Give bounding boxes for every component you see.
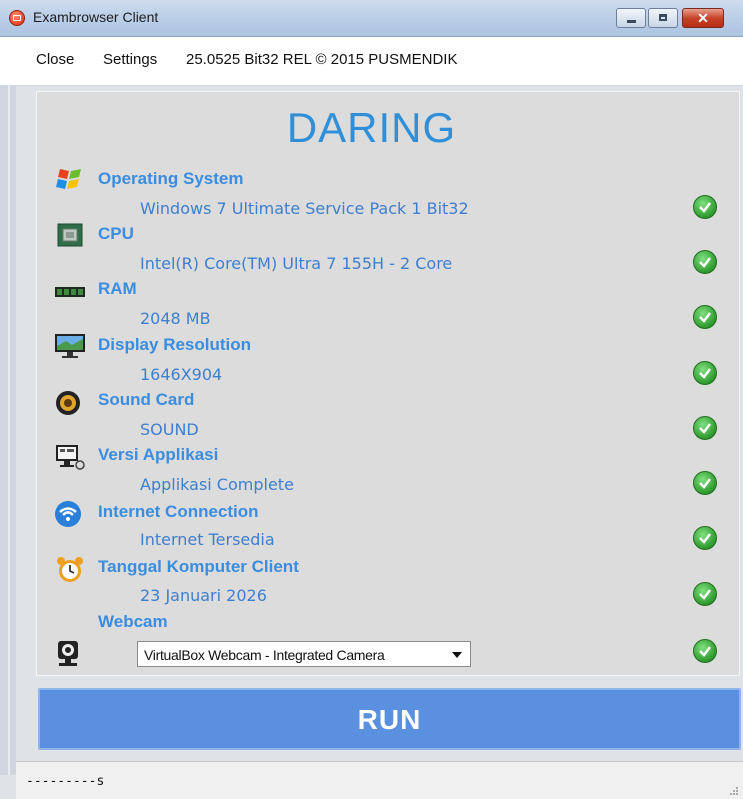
- speaker-icon: [56, 391, 80, 415]
- ram-module-icon: [55, 287, 85, 297]
- cpu-chip-icon: [57, 223, 83, 247]
- menu-settings[interactable]: Settings: [103, 51, 157, 68]
- date-value: 23 Januari 2026: [140, 586, 267, 605]
- app-version-value: Applikasi Complete: [140, 475, 294, 494]
- app-icon: [9, 10, 25, 26]
- status-text: ---------s: [26, 774, 105, 789]
- webcam-label: Webcam: [98, 612, 168, 631]
- cpu-value: Intel(R) Core(TM) Ultra 7 155H - 2 Core: [140, 254, 453, 273]
- ram-label: RAM: [98, 279, 137, 298]
- resize-grip-icon[interactable]: [729, 786, 739, 796]
- check-icon: [693, 471, 717, 495]
- os-label: Operating System: [98, 169, 244, 188]
- webcam-dropdown[interactable]: VirtualBox Webcam - Integrated Camera: [137, 641, 471, 667]
- monitor-icon: [55, 334, 85, 358]
- check-icon: [693, 526, 717, 550]
- os-value: Windows 7 Ultimate Service Pack 1 Bit32: [140, 199, 469, 218]
- check-icon: [693, 305, 717, 329]
- display-label: Display Resolution: [98, 335, 252, 354]
- chevron-down-icon[interactable]: [452, 652, 462, 658]
- check-icon: [693, 639, 717, 663]
- close-window-button[interactable]: ✕: [682, 8, 724, 28]
- webcam-icon: [58, 641, 78, 666]
- minimize-button[interactable]: [616, 8, 646, 28]
- check-icon: [693, 416, 717, 440]
- run-button-label: RUN: [357, 704, 422, 735]
- internet-value: Internet Tersedia: [140, 530, 275, 549]
- menu-bar: Close Settings 25.0525 Bit32 REL © 2015 …: [0, 37, 743, 86]
- check-icon: [693, 361, 717, 385]
- ram-value: 2048 MB: [140, 309, 211, 328]
- computer-app-icon: [56, 445, 85, 470]
- status-bar: ---------s: [16, 761, 743, 799]
- title-bar[interactable]: Exambrowser Client ✕: [0, 0, 743, 37]
- close-icon: ✕: [697, 10, 709, 26]
- exambrowser-window: Exambrowser Client ✕ Close Settings 25.0…: [0, 0, 743, 799]
- menu-close[interactable]: Close: [36, 51, 74, 68]
- check-icon: [693, 195, 717, 219]
- maximize-button[interactable]: [648, 8, 678, 28]
- menu-version-info[interactable]: 25.0525 Bit32 REL © 2015 PUSMENDIK: [186, 51, 457, 68]
- display-value: 1646X904: [140, 365, 223, 384]
- window-title: Exambrowser Client: [33, 9, 159, 25]
- sound-label: Sound Card: [98, 390, 195, 409]
- left-border: [0, 85, 16, 775]
- webcam-selected-value: VirtualBox Webcam - Integrated Camera: [144, 647, 385, 663]
- windows-logo-icon: [56, 169, 81, 189]
- cpu-label: CPU: [98, 224, 134, 243]
- sound-value: SOUND: [140, 420, 199, 439]
- app-version-label: Versi Applikasi: [98, 445, 219, 464]
- run-button[interactable]: RUN: [38, 688, 741, 750]
- date-label: Tanggal Komputer Client: [98, 557, 299, 576]
- internet-label: Internet Connection: [98, 502, 259, 521]
- page-title: DARING: [286, 104, 457, 151]
- alarm-clock-icon: [57, 557, 83, 582]
- wifi-icon: [55, 501, 81, 527]
- check-icon: [693, 582, 717, 606]
- check-icon: [693, 250, 717, 274]
